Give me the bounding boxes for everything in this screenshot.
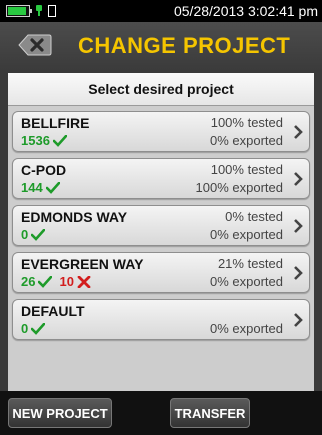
header: CHANGE PROJECT	[0, 22, 322, 70]
check-icon	[31, 322, 46, 335]
project-exported: 100% exported	[195, 180, 283, 195]
project-counts: 0	[21, 321, 46, 336]
panel-heading: Select desired project	[8, 73, 314, 106]
project-item-edmonds-way[interactable]: EDMONDS WAY 0% tested 0 0% exported	[12, 205, 310, 246]
status-bar: 05/28/2013 3:02:41 pm	[0, 0, 322, 22]
project-tested: 21% tested	[217, 256, 283, 271]
transfer-button[interactable]: TRANSFER	[170, 398, 250, 428]
device-screen: 05/28/2013 3:02:41 pm CHANGE PROJECT Sel…	[0, 0, 322, 435]
page-title: CHANGE PROJECT	[78, 33, 291, 58]
project-counts: 26 10	[21, 274, 91, 289]
chevron-right-icon	[294, 125, 303, 139]
cross-icon	[77, 275, 91, 288]
bottom-bar: NEW PROJECT TRANSFER	[0, 391, 322, 435]
project-name: EVERGREEN WAY	[21, 256, 144, 272]
check-icon	[45, 181, 60, 194]
check-icon	[52, 134, 67, 147]
project-counts: 1536	[21, 133, 67, 148]
pass-count: 1536	[21, 133, 50, 148]
battery-icon	[6, 5, 32, 17]
project-counts: 144	[21, 180, 60, 195]
project-name: DEFAULT	[21, 303, 85, 319]
project-tested: 0% tested	[225, 209, 283, 224]
connection-icon	[48, 5, 56, 17]
pass-count: 26	[21, 274, 36, 289]
project-panel: Select desired project BELLFIRE 100% tes…	[8, 73, 314, 391]
check-icon	[31, 228, 46, 241]
project-counts: 0	[21, 227, 46, 242]
project-exported: 0% exported	[210, 227, 283, 242]
project-tested: 100% tested	[210, 162, 283, 177]
project-exported: 0% exported	[210, 274, 283, 289]
project-list: BELLFIRE 100% tested 1536 0% exported C-…	[8, 106, 314, 340]
back-button[interactable]	[18, 34, 52, 56]
power-plug-icon	[34, 5, 44, 17]
chevron-right-icon	[294, 172, 303, 186]
status-icons	[6, 4, 56, 18]
fail-count: 10	[59, 274, 74, 289]
status-datetime: 05/28/2013 3:02:41 pm	[173, 3, 318, 19]
project-item-evergreen-way[interactable]: EVERGREEN WAY 21% tested 26 10 0% export…	[12, 252, 310, 293]
project-exported: 0% exported	[210, 321, 283, 336]
pass-count: 0	[21, 321, 29, 336]
chevron-right-icon	[294, 219, 303, 233]
project-tested: 100% tested	[210, 115, 283, 130]
pass-count: 144	[21, 180, 43, 195]
new-project-button[interactable]: NEW PROJECT	[8, 398, 112, 428]
back-x-icon	[18, 34, 52, 56]
project-exported: 0% exported	[210, 133, 283, 148]
project-name: C-POD	[21, 162, 67, 178]
chevron-right-icon	[294, 266, 303, 280]
chevron-right-icon	[294, 313, 303, 327]
project-item-default[interactable]: DEFAULT 0 0% exported	[12, 299, 310, 340]
pass-count: 0	[21, 227, 29, 242]
project-name: BELLFIRE	[21, 115, 90, 131]
project-name: EDMONDS WAY	[21, 209, 128, 225]
project-item-bellfire[interactable]: BELLFIRE 100% tested 1536 0% exported	[12, 111, 310, 152]
check-icon	[38, 275, 53, 288]
project-item-c-pod[interactable]: C-POD 100% tested 144 100% exported	[12, 158, 310, 199]
